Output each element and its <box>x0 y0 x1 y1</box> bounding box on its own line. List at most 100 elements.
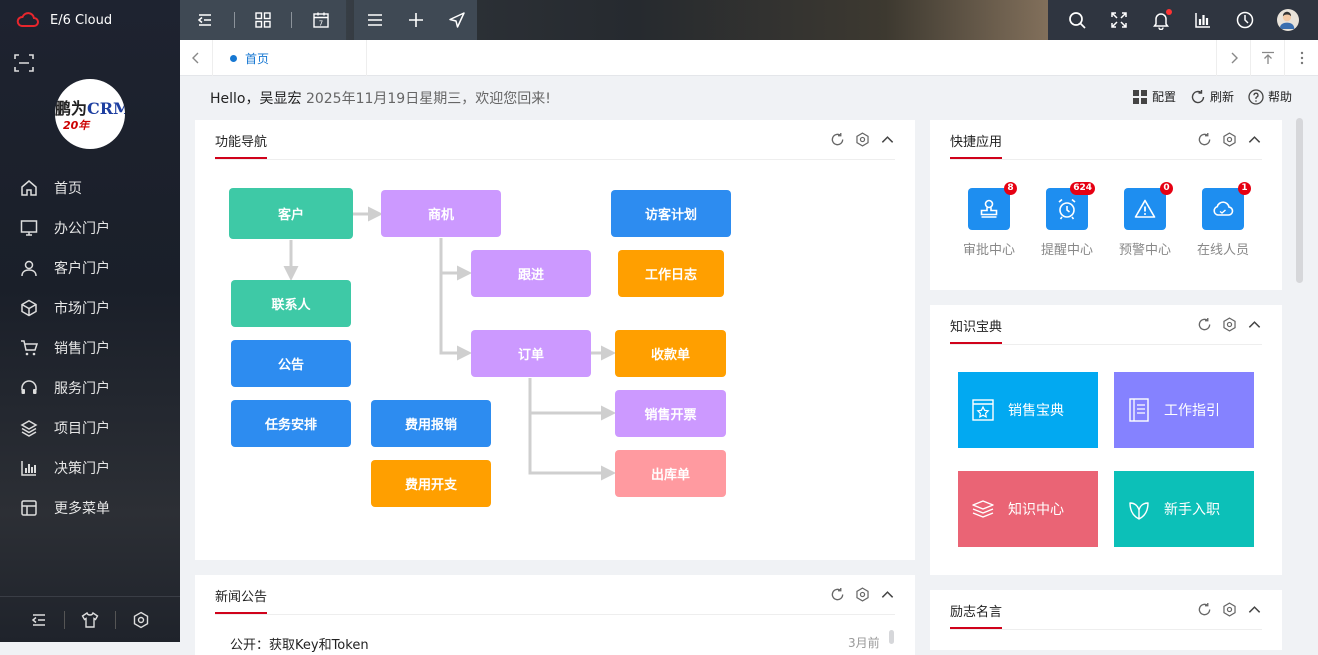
news-item-date: 3月前 <box>848 636 880 650</box>
sidebar-item-label: 项目门户 <box>54 421 110 437</box>
card-header: 快捷应用 <box>950 120 1262 160</box>
count-badge: 1 <box>1238 182 1251 195</box>
sidebar-item-decision[interactable]: 决策门户 <box>0 448 180 488</box>
tab-more[interactable] <box>1284 40 1318 76</box>
flow-expense-report-button[interactable]: 费用报销 <box>371 400 491 447</box>
calendar-icon[interactable]: 7 <box>311 10 331 30</box>
divider <box>64 610 65 629</box>
tab-home[interactable]: 首页 <box>214 40 367 76</box>
sidebar-item-customer[interactable]: 客户门户 <box>0 248 180 288</box>
knowledge-center-button[interactable]: 知识中心 <box>958 471 1098 547</box>
sidebar-item-label: 办公门户 <box>54 221 110 237</box>
flow-contact-button[interactable]: 联系人 <box>231 280 351 327</box>
quick-app-reminder[interactable]: 624 提醒中心 <box>1028 182 1106 258</box>
clock-icon[interactable] <box>1235 10 1255 30</box>
bar-chart-icon[interactable] <box>1193 10 1213 30</box>
outdent-icon[interactable] <box>30 611 48 629</box>
quick-app-label: 审批中心 <box>962 243 1015 258</box>
sidebar-item-market[interactable]: 市场门户 <box>0 288 180 328</box>
sidebar-item-more[interactable]: 更多菜单 <box>0 488 180 528</box>
chevron-up-icon[interactable] <box>1247 317 1262 332</box>
tab-pin-top[interactable] <box>1250 40 1284 76</box>
card-title: 新闻公告 <box>215 586 268 614</box>
avatar-logo-text: 鹏为CRM <box>55 99 125 118</box>
tab-scroll-right[interactable] <box>1216 40 1250 76</box>
sidebar-item-office[interactable]: 办公门户 <box>0 208 180 248</box>
sidebar-item-sales[interactable]: 销售门户 <box>0 328 180 368</box>
grid-icon[interactable] <box>253 10 273 30</box>
flow-outbound-button[interactable]: 出库单 <box>615 450 726 497</box>
user-avatar-icon[interactable] <box>1277 9 1299 31</box>
config-button[interactable]: 配置 <box>1132 88 1176 105</box>
app-logo[interactable]: E/6 Cloud <box>16 8 112 32</box>
knowledge-guide-button[interactable]: 工作指引 <box>1114 372 1254 448</box>
flow-opportunity-button[interactable]: 商机 <box>381 190 501 237</box>
chevron-up-icon[interactable] <box>1247 602 1262 617</box>
tab-label: 首页 <box>245 51 270 66</box>
settings-hex-icon[interactable] <box>132 611 150 629</box>
flow-visit-plan-button[interactable]: 访客计划 <box>611 190 731 237</box>
sidebar-item-service[interactable]: 服务门户 <box>0 368 180 408</box>
fullscreen-icon[interactable] <box>1109 10 1129 30</box>
knowledge-onboarding-button[interactable]: 新手入职 <box>1114 471 1254 547</box>
cloud-icon <box>1213 201 1234 216</box>
settings-icon[interactable] <box>1222 317 1237 332</box>
tab-scroll-left[interactable] <box>180 40 213 76</box>
refresh-button[interactable]: 刷新 <box>1190 88 1234 105</box>
flow-customer-button[interactable]: 客户 <box>229 188 353 239</box>
quick-app-approval[interactable]: 8 审批中心 <box>950 182 1028 258</box>
leaf-icon <box>1129 502 1149 520</box>
flow-work-log-button[interactable]: 工作日志 <box>618 250 724 297</box>
flow-task-button[interactable]: 任务安排 <box>231 400 351 447</box>
knowledge-sales-button[interactable]: 销售宝典 <box>958 372 1098 448</box>
sidebar-item-label: 销售门户 <box>54 341 110 357</box>
send-icon[interactable] <box>447 10 467 30</box>
flow-order-button[interactable]: 订单 <box>471 330 591 377</box>
flow-label: 工作日志 <box>644 268 697 283</box>
greeting-date: 2025年11月19日星期三，欢迎您回来! <box>305 91 551 107</box>
flow-expense-pay-button[interactable]: 费用开支 <box>371 460 491 507</box>
settings-icon[interactable] <box>1222 602 1237 617</box>
menu-icon[interactable] <box>365 10 385 30</box>
count-badge: 0 <box>1160 182 1173 195</box>
flow-notice-button[interactable]: 公告 <box>231 340 351 387</box>
flow-label: 公告 <box>277 358 304 373</box>
chevron-up-icon[interactable] <box>880 587 895 602</box>
tab-bar: 首页 <box>180 40 1318 76</box>
flow-follow-up-button[interactable]: 跟进 <box>471 250 591 297</box>
settings-icon[interactable] <box>855 587 870 602</box>
refresh-icon[interactable] <box>830 587 845 602</box>
notification-bell[interactable] <box>1151 9 1172 30</box>
refresh-icon[interactable] <box>1197 317 1212 332</box>
expand-icon[interactable] <box>14 54 34 72</box>
settings-icon[interactable] <box>1222 132 1237 147</box>
help-button[interactable]: 帮助 <box>1248 88 1292 105</box>
settings-icon[interactable] <box>855 132 870 147</box>
flow-receipt-button[interactable]: 收款单 <box>615 330 726 377</box>
chevron-up-icon[interactable] <box>880 132 895 147</box>
news-item[interactable]: 公开：获取Key和Token <box>230 634 369 653</box>
flow-label: 联系人 <box>271 298 311 313</box>
shirt-icon[interactable] <box>81 611 99 629</box>
quick-app-online[interactable]: 1 在线人员 <box>1184 182 1262 258</box>
chevron-up-icon[interactable] <box>1247 132 1262 147</box>
company-avatar[interactable]: 鹏为CRM 20年 <box>55 79 125 149</box>
outdent-icon[interactable] <box>195 10 215 30</box>
quick-app-label: 提醒中心 <box>1040 243 1093 258</box>
stamp-icon <box>980 199 998 218</box>
quick-app-icon-box: 8 <box>968 182 1017 230</box>
refresh-icon[interactable] <box>1197 602 1212 617</box>
sidebar-item-project[interactable]: 项目门户 <box>0 408 180 448</box>
refresh-icon[interactable] <box>830 132 845 147</box>
plus-icon[interactable] <box>406 10 426 30</box>
refresh-icon[interactable] <box>1197 132 1212 147</box>
search-icon[interactable] <box>1067 10 1087 30</box>
flow-label: 订单 <box>517 348 544 363</box>
quick-app-warning[interactable]: 0 预警中心 <box>1106 182 1184 258</box>
card-header: 励志名言 <box>950 590 1262 630</box>
sidebar-item-home[interactable]: 首页 <box>0 168 180 208</box>
flow-invoice-button[interactable]: 销售开票 <box>615 390 726 437</box>
quick-app-icon-box: 624 <box>1046 182 1095 230</box>
flow-label: 商机 <box>427 208 454 223</box>
page-scrollbar[interactable] <box>1296 118 1303 283</box>
